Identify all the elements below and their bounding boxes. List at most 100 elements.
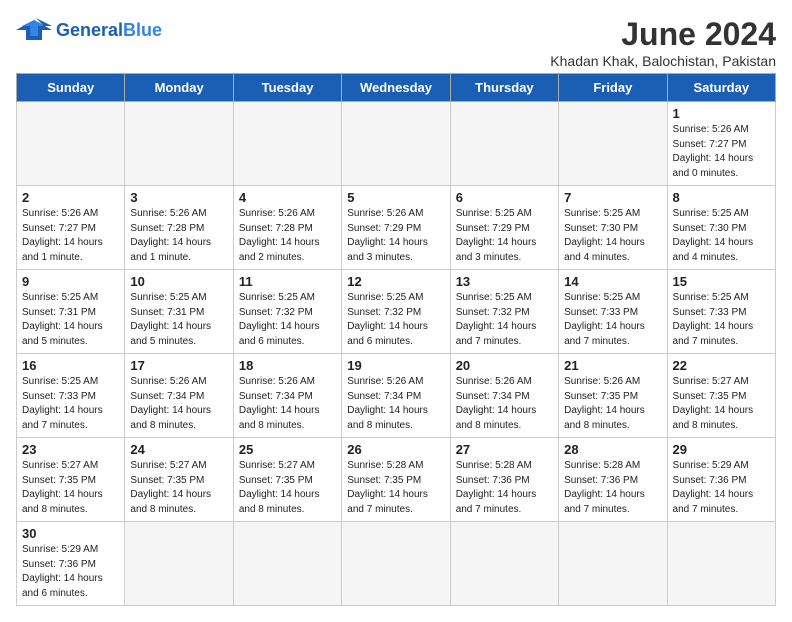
day-number: 5 bbox=[347, 190, 444, 205]
day-info: Sunrise: 5:26 AM Sunset: 7:28 PM Dayligh… bbox=[239, 207, 336, 265]
calendar-cell: 13Sunrise: 5:25 AM Sunset: 7:32 PM Dayli… bbox=[450, 270, 558, 354]
calendar-cell bbox=[17, 102, 125, 186]
day-info: Sunrise: 5:27 AM Sunset: 7:35 PM Dayligh… bbox=[239, 459, 336, 517]
calendar-week-4: 16Sunrise: 5:25 AM Sunset: 7:33 PM Dayli… bbox=[17, 354, 776, 438]
day-number: 27 bbox=[456, 442, 553, 457]
weekday-header-wednesday: Wednesday bbox=[342, 74, 450, 102]
calendar-cell bbox=[450, 102, 558, 186]
day-number: 22 bbox=[673, 358, 770, 373]
day-info: Sunrise: 5:28 AM Sunset: 7:36 PM Dayligh… bbox=[564, 459, 661, 517]
calendar-cell bbox=[342, 102, 450, 186]
day-number: 17 bbox=[130, 358, 227, 373]
calendar-cell: 8 Sunrise: 5:25 AM Sunset: 7:30 PM Daylig… bbox=[667, 186, 775, 270]
day-info: Sunrise: 5:27 AM Sunset: 7:35 PM Dayligh… bbox=[22, 459, 119, 517]
day-number: 12 bbox=[347, 274, 444, 289]
weekday-header-friday: Friday bbox=[559, 74, 667, 102]
calendar-week-6: 30Sunrise: 5:29 AM Sunset: 7:36 PM Dayli… bbox=[17, 522, 776, 606]
calendar-cell: 4 Sunrise: 5:26 AM Sunset: 7:28 PM Daylig… bbox=[233, 186, 341, 270]
calendar-cell: 18 Sunrise: 5:26 AM Sunset: 7:34 PM Dayli… bbox=[233, 354, 341, 438]
day-info: Sunrise: 5:26 AM Sunset: 7:35 PM Dayligh… bbox=[564, 375, 661, 433]
calendar-cell: 17 Sunrise: 5:26 AM Sunset: 7:34 PM Dayli… bbox=[125, 354, 233, 438]
calendar-cell: 6 Sunrise: 5:25 AM Sunset: 7:29 PM Daylig… bbox=[450, 186, 558, 270]
calendar-cell: 30Sunrise: 5:29 AM Sunset: 7:36 PM Dayli… bbox=[17, 522, 125, 606]
day-info: Sunrise: 5:26 AM Sunset: 7:34 PM Dayligh… bbox=[456, 375, 553, 433]
day-number: 7 bbox=[564, 190, 661, 205]
calendar-cell bbox=[559, 102, 667, 186]
day-number: 29 bbox=[673, 442, 770, 457]
location-title: Khadan Khak, Balochistan, Pakistan bbox=[550, 53, 776, 69]
day-number: 20 bbox=[456, 358, 553, 373]
day-info: Sunrise: 5:26 AM Sunset: 7:34 PM Dayligh… bbox=[347, 375, 444, 433]
calendar-cell bbox=[559, 522, 667, 606]
day-info: Sunrise: 5:25 AM Sunset: 7:33 PM Dayligh… bbox=[564, 291, 661, 349]
day-number: 3 bbox=[130, 190, 227, 205]
calendar-cell: 29 Sunrise: 5:29 AM Sunset: 7:36 PM Dayli… bbox=[667, 438, 775, 522]
day-number: 26 bbox=[347, 442, 444, 457]
calendar-week-5: 23 Sunrise: 5:27 AM Sunset: 7:35 PM Dayli… bbox=[17, 438, 776, 522]
day-info: Sunrise: 5:25 AM Sunset: 7:29 PM Dayligh… bbox=[456, 207, 553, 265]
calendar-cell: 23 Sunrise: 5:27 AM Sunset: 7:35 PM Dayli… bbox=[17, 438, 125, 522]
day-info: Sunrise: 5:27 AM Sunset: 7:35 PM Dayligh… bbox=[673, 375, 770, 433]
day-number: 21 bbox=[564, 358, 661, 373]
calendar-cell: 19Sunrise: 5:26 AM Sunset: 7:34 PM Dayli… bbox=[342, 354, 450, 438]
calendar-cell: 24 Sunrise: 5:27 AM Sunset: 7:35 PM Dayli… bbox=[125, 438, 233, 522]
calendar-cell: 28Sunrise: 5:28 AM Sunset: 7:36 PM Dayli… bbox=[559, 438, 667, 522]
calendar-cell: 15Sunrise: 5:25 AM Sunset: 7:33 PM Dayli… bbox=[667, 270, 775, 354]
day-number: 4 bbox=[239, 190, 336, 205]
day-info: Sunrise: 5:29 AM Sunset: 7:36 PM Dayligh… bbox=[22, 543, 119, 601]
calendar-cell bbox=[125, 522, 233, 606]
logo-icon bbox=[16, 16, 52, 44]
calendar-cell: 22 Sunrise: 5:27 AM Sunset: 7:35 PM Dayli… bbox=[667, 354, 775, 438]
day-info: Sunrise: 5:25 AM Sunset: 7:30 PM Dayligh… bbox=[564, 207, 661, 265]
day-number: 1 bbox=[673, 106, 770, 121]
day-number: 18 bbox=[239, 358, 336, 373]
calendar-cell: 10 Sunrise: 5:25 AM Sunset: 7:31 PM Dayli… bbox=[125, 270, 233, 354]
day-info: Sunrise: 5:25 AM Sunset: 7:31 PM Dayligh… bbox=[130, 291, 227, 349]
calendar-cell: 20 Sunrise: 5:26 AM Sunset: 7:34 PM Dayli… bbox=[450, 354, 558, 438]
day-number: 24 bbox=[130, 442, 227, 457]
day-info: Sunrise: 5:25 AM Sunset: 7:32 PM Dayligh… bbox=[456, 291, 553, 349]
day-number: 25 bbox=[239, 442, 336, 457]
weekday-header-row: SundayMondayTuesdayWednesdayThursdayFrid… bbox=[17, 74, 776, 102]
day-number: 8 bbox=[673, 190, 770, 205]
day-info: Sunrise: 5:28 AM Sunset: 7:35 PM Dayligh… bbox=[347, 459, 444, 517]
day-number: 2 bbox=[22, 190, 119, 205]
day-number: 6 bbox=[456, 190, 553, 205]
day-number: 10 bbox=[130, 274, 227, 289]
day-info: Sunrise: 5:26 AM Sunset: 7:34 PM Dayligh… bbox=[239, 375, 336, 433]
calendar-cell: 21 Sunrise: 5:26 AM Sunset: 7:35 PM Dayli… bbox=[559, 354, 667, 438]
calendar-cell bbox=[342, 522, 450, 606]
calendar-cell: 14 Sunrise: 5:25 AM Sunset: 7:33 PM Dayli… bbox=[559, 270, 667, 354]
calendar-cell: 3Sunrise: 5:26 AM Sunset: 7:28 PM Daylig… bbox=[125, 186, 233, 270]
day-info: Sunrise: 5:25 AM Sunset: 7:32 PM Dayligh… bbox=[239, 291, 336, 349]
calendar-cell: 9Sunrise: 5:25 AM Sunset: 7:31 PM Daylig… bbox=[17, 270, 125, 354]
calendar-week-2: 2 Sunrise: 5:26 AM Sunset: 7:27 PM Daylig… bbox=[17, 186, 776, 270]
day-info: Sunrise: 5:25 AM Sunset: 7:30 PM Dayligh… bbox=[673, 207, 770, 265]
day-number: 14 bbox=[564, 274, 661, 289]
day-number: 9 bbox=[22, 274, 119, 289]
day-info: Sunrise: 5:26 AM Sunset: 7:27 PM Dayligh… bbox=[22, 207, 119, 265]
weekday-header-tuesday: Tuesday bbox=[233, 74, 341, 102]
day-number: 16 bbox=[22, 358, 119, 373]
calendar-cell: 11Sunrise: 5:25 AM Sunset: 7:32 PM Dayli… bbox=[233, 270, 341, 354]
day-info: Sunrise: 5:27 AM Sunset: 7:35 PM Dayligh… bbox=[130, 459, 227, 517]
day-info: Sunrise: 5:26 AM Sunset: 7:29 PM Dayligh… bbox=[347, 207, 444, 265]
calendar-cell bbox=[233, 522, 341, 606]
calendar-week-3: 9 Sunrise: 5:25 AM Sunset: 7:31 PM Daylig… bbox=[17, 270, 776, 354]
calendar-cell: 5 Sunrise: 5:26 AM Sunset: 7:29 PM Daylig… bbox=[342, 186, 450, 270]
calendar-cell: 27 Sunrise: 5:28 AM Sunset: 7:36 PM Dayli… bbox=[450, 438, 558, 522]
logo: GeneralBlue bbox=[16, 16, 162, 44]
day-number: 23 bbox=[22, 442, 119, 457]
day-info: Sunrise: 5:25 AM Sunset: 7:33 PM Dayligh… bbox=[673, 291, 770, 349]
calendar-cell bbox=[667, 522, 775, 606]
day-info: Sunrise: 5:29 AM Sunset: 7:36 PM Dayligh… bbox=[673, 459, 770, 517]
day-info: Sunrise: 5:26 AM Sunset: 7:34 PM Dayligh… bbox=[130, 375, 227, 433]
weekday-header-sunday: Sunday bbox=[17, 74, 125, 102]
month-title: June 2024 bbox=[550, 16, 776, 53]
calendar-cell: 1Sunrise: 5:26 AM Sunset: 7:27 PM Daylig… bbox=[667, 102, 775, 186]
day-info: Sunrise: 5:28 AM Sunset: 7:36 PM Dayligh… bbox=[456, 459, 553, 517]
calendar-cell: 2 Sunrise: 5:26 AM Sunset: 7:27 PM Daylig… bbox=[17, 186, 125, 270]
calendar-cell bbox=[125, 102, 233, 186]
title-area: June 2024 Khadan Khak, Balochistan, Paki… bbox=[550, 16, 776, 69]
calendar-cell: 7 Sunrise: 5:25 AM Sunset: 7:30 PM Daylig… bbox=[559, 186, 667, 270]
